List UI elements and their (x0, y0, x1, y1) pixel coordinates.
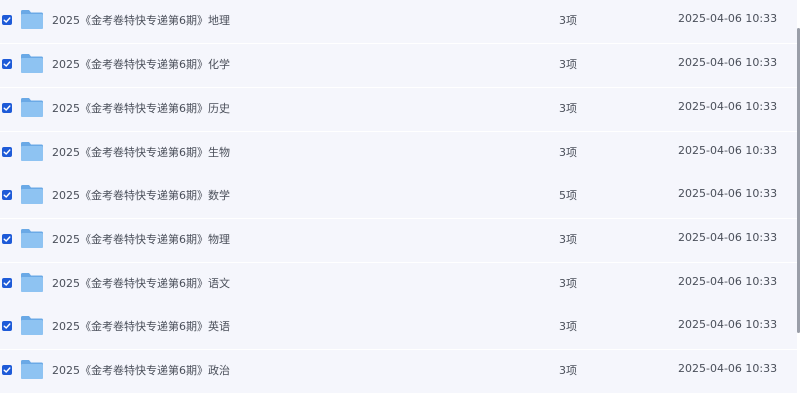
modified-date: 2025-04-06 10:33 (678, 275, 778, 288)
modified-date: 2025-04-06 10:33 (678, 318, 778, 331)
row-checkbox[interactable] (2, 278, 12, 288)
checkmark-icon (3, 149, 11, 155)
folder-name[interactable]: 2025《金考卷特快专递第6期》数学 (52, 187, 230, 203)
row-checkbox[interactable] (2, 190, 12, 200)
item-count: 3项 (559, 320, 577, 333)
item-count: 3项 (559, 277, 577, 290)
checkmark-icon (3, 105, 11, 111)
list-item[interactable]: 2025《金考卷特快专递第6期》英语 3项 2025-04-06 10:33 (0, 306, 797, 349)
list-item[interactable]: 2025《金考卷特快专递第6期》历史 3项 2025-04-06 10:33 (0, 88, 797, 131)
row-checkbox[interactable] (2, 15, 12, 25)
row-checkbox[interactable] (2, 365, 12, 375)
item-count: 3项 (559, 102, 577, 115)
item-count: 3项 (559, 146, 577, 159)
list-item[interactable]: 2025《金考卷特快专递第6期》物理 3项 2025-04-06 10:33 (0, 219, 797, 262)
row-checkbox[interactable] (2, 103, 12, 113)
checkmark-icon (3, 236, 11, 242)
folder-name[interactable]: 2025《金考卷特快专递第6期》物理 (52, 231, 230, 247)
row-checkbox[interactable] (2, 321, 12, 331)
folder-name[interactable]: 2025《金考卷特快专递第6期》化学 (52, 56, 230, 72)
folder-icon (21, 229, 43, 248)
checkmark-icon (3, 61, 11, 67)
folder-icon (21, 10, 43, 29)
folder-name[interactable]: 2025《金考卷特快专递第6期》地理 (52, 12, 230, 28)
modified-date: 2025-04-06 10:33 (678, 144, 778, 157)
folder-name[interactable]: 2025《金考卷特快专递第6期》语文 (52, 275, 230, 291)
row-checkbox[interactable] (2, 59, 12, 69)
folder-icon (21, 98, 43, 117)
folder-icon (21, 142, 43, 161)
list-item[interactable]: 2025《金考卷特快专递第6期》数学 5项 2025-04-06 10:33 (0, 175, 797, 218)
item-count: 3项 (559, 58, 577, 71)
modified-date: 2025-04-06 10:33 (678, 187, 778, 200)
checkmark-icon (3, 17, 11, 23)
file-list: 2025《金考卷特快专递第6期》地理 3项 2025-04-06 10:33 2… (0, 0, 797, 397)
list-item[interactable]: 2025《金考卷特快专递第6期》化学 3项 2025-04-06 10:33 (0, 44, 797, 87)
row-checkbox[interactable] (2, 234, 12, 244)
item-count: 3项 (559, 14, 577, 27)
folder-icon (21, 54, 43, 73)
list-item[interactable]: 2025《金考卷特快专递第6期》语文 3项 2025-04-06 10:33 (0, 263, 797, 306)
folder-name[interactable]: 2025《金考卷特快专递第6期》英语 (52, 318, 230, 334)
modified-date: 2025-04-06 10:33 (678, 231, 778, 244)
folder-name[interactable]: 2025《金考卷特快专递第6期》生物 (52, 144, 230, 160)
checkmark-icon (3, 323, 11, 329)
checkmark-icon (3, 192, 11, 198)
modified-date: 2025-04-06 10:33 (678, 56, 778, 69)
modified-date: 2025-04-06 10:33 (678, 100, 778, 113)
checkmark-icon (3, 280, 11, 286)
list-item[interactable]: 2025《金考卷特快专递第6期》政治 3项 2025-04-06 10:33 (0, 350, 797, 393)
folder-icon (21, 273, 43, 292)
row-checkbox[interactable] (2, 147, 12, 157)
item-count: 3项 (559, 364, 577, 377)
list-item[interactable]: 2025《金考卷特快专递第6期》生物 3项 2025-04-06 10:33 (0, 132, 797, 175)
folder-icon (21, 360, 43, 379)
folder-name[interactable]: 2025《金考卷特快专递第6期》历史 (52, 100, 230, 116)
modified-date: 2025-04-06 10:33 (678, 362, 778, 375)
folder-icon (21, 185, 43, 204)
item-count: 5项 (559, 189, 577, 202)
folder-name[interactable]: 2025《金考卷特快专递第6期》政治 (52, 362, 230, 378)
checkmark-icon (3, 367, 11, 373)
item-count: 3项 (559, 233, 577, 246)
folder-icon (21, 316, 43, 335)
list-item[interactable]: 2025《金考卷特快专递第6期》地理 3项 2025-04-06 10:33 (0, 0, 797, 43)
modified-date: 2025-04-06 10:33 (678, 12, 778, 25)
